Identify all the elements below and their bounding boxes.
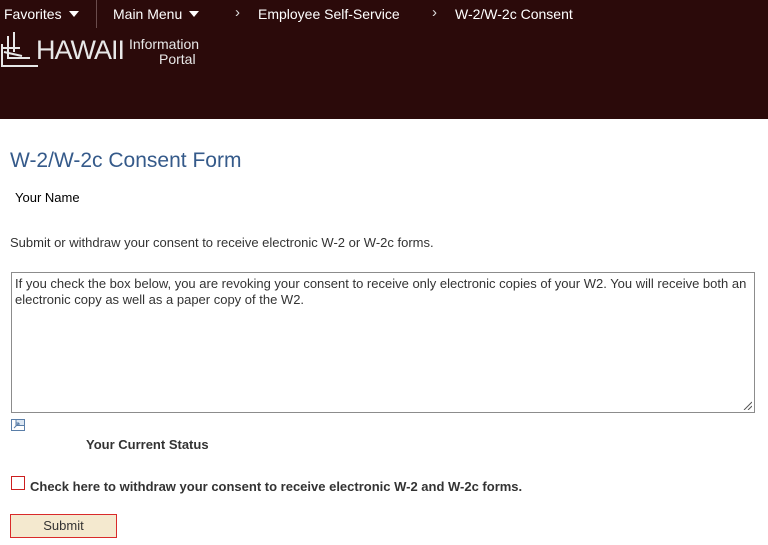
favorites-menu[interactable]: Favorites (4, 6, 79, 22)
withdraw-consent-checkbox[interactable] (11, 476, 25, 490)
instructions-text: Submit or withdraw your consent to recei… (10, 235, 434, 250)
nav-divider (96, 0, 97, 28)
consent-text-box[interactable]: If you check the box below, you are revo… (11, 272, 755, 413)
caret-down-icon (189, 11, 200, 17)
main-menu[interactable]: Main Menu (113, 6, 200, 22)
logo-subtitle: Information Portal (129, 37, 199, 67)
consent-text: If you check the box below, you are revo… (15, 276, 747, 307)
resize-grip-icon[interactable] (742, 400, 752, 410)
hawaii-portal-logo[interactable]: HAWAII Information Portal (0, 28, 215, 74)
page-title: W-2/W-2c Consent Form (10, 149, 242, 172)
logo-wordmark: HAWAII (36, 35, 125, 65)
caret-down-icon (68, 11, 79, 17)
chevron-right-icon: › (235, 4, 240, 21)
breadcrumb-employee-self-service[interactable]: Employee Self-Service (258, 6, 400, 22)
logo-subtitle-line1: Information (129, 36, 200, 52)
logo-subtitle-line2: Portal (159, 51, 196, 67)
chevron-right-icon: › (432, 4, 437, 21)
expand-icon[interactable] (11, 419, 27, 433)
logo-mark-icon (1, 32, 38, 67)
employee-name: Your Name (15, 190, 80, 205)
top-navigation-bar: Favorites Main Menu › Employee Self-Serv… (0, 0, 768, 28)
favorites-label: Favorites (4, 6, 62, 22)
withdraw-consent-label[interactable]: Check here to withdraw your consent to r… (30, 479, 522, 494)
portal-header: Favorites Main Menu › Employee Self-Serv… (0, 0, 768, 119)
submit-button[interactable]: Submit (10, 514, 117, 538)
current-status-label: Your Current Status (86, 437, 209, 452)
main-menu-label: Main Menu (113, 6, 183, 22)
breadcrumb-w2-consent[interactable]: W-2/W-2c Consent (455, 6, 573, 22)
